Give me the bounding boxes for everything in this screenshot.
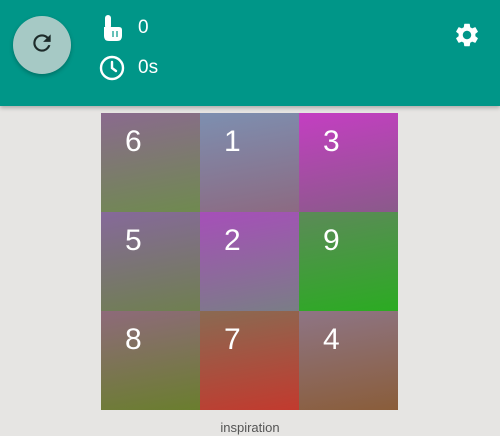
puzzle-tile[interactable]: 1	[200, 113, 299, 212]
refresh-icon	[29, 30, 55, 61]
puzzle-tile[interactable]: 5	[101, 212, 200, 311]
puzzle-tile[interactable]: 9	[299, 212, 398, 311]
settings-button[interactable]	[452, 22, 482, 52]
moves-value: 0	[138, 17, 149, 38]
gear-icon	[453, 21, 481, 54]
puzzle-tile[interactable]: 4	[299, 311, 398, 410]
moves-counter: 0	[98, 14, 149, 42]
time-value: 0s	[138, 57, 159, 78]
tile-number: 6	[125, 125, 142, 158]
puzzle-tile[interactable]: 7	[200, 311, 299, 410]
puzzle-board: 6 1 3 5 2 9 8 7 4	[101, 113, 398, 410]
image-caption: inspiration	[220, 420, 280, 435]
tile-number: 3	[323, 125, 340, 158]
tile-number: 1	[224, 125, 241, 158]
puzzle-tile[interactable]: 8	[101, 311, 200, 410]
puzzle-tile[interactable]: 3	[299, 113, 398, 212]
app-bar: 0 0s	[0, 0, 500, 106]
tile-number: 5	[125, 224, 142, 257]
tile-number: 4	[323, 323, 340, 356]
touch-icon	[98, 14, 126, 42]
refresh-button[interactable]	[13, 16, 71, 74]
tile-number: 9	[323, 224, 340, 257]
tile-number: 8	[125, 323, 142, 356]
puzzle-tile[interactable]: 6	[101, 113, 200, 212]
puzzle-tile[interactable]: 2	[200, 212, 299, 311]
time-counter: 0s	[98, 54, 158, 82]
clock-icon	[98, 54, 126, 82]
tile-number: 7	[224, 323, 241, 356]
tile-number: 2	[224, 224, 241, 257]
